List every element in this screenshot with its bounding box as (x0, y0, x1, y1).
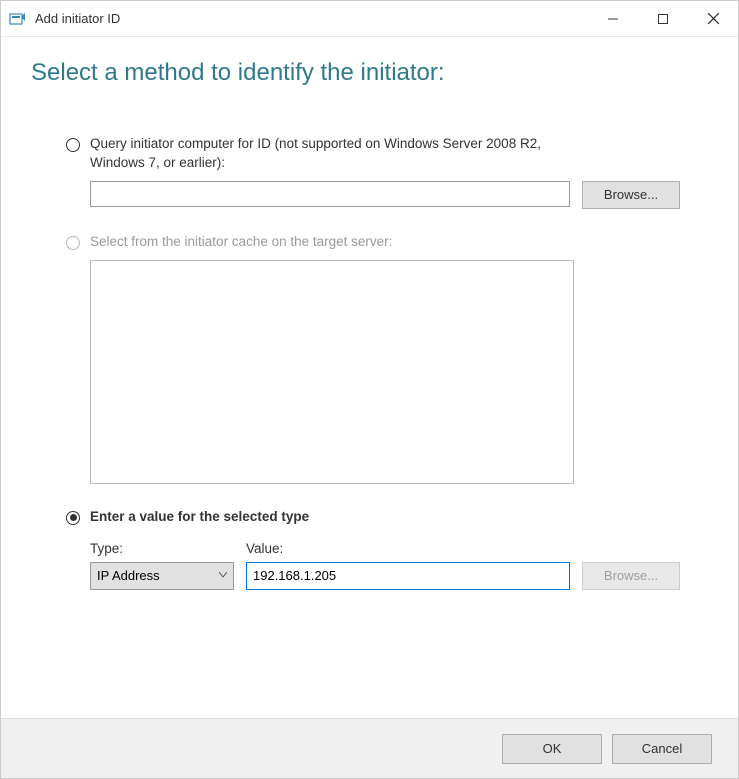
type-label: Type: (90, 541, 246, 556)
close-button[interactable] (688, 1, 738, 36)
page-heading: Select a method to identify the initiato… (31, 59, 708, 87)
app-icon (9, 10, 27, 28)
browse-value-button: Browse... (582, 562, 680, 590)
dialog-footer: OK Cancel (1, 718, 738, 778)
maximize-button[interactable] (638, 1, 688, 36)
titlebar: Add initiator ID (1, 1, 738, 37)
initiator-cache-listbox (90, 260, 574, 484)
type-value-row: IP Address Browse... (31, 562, 708, 590)
cache-field-row (31, 260, 708, 484)
type-value-labels: Type: Value: (31, 541, 708, 556)
value-label: Value: (246, 541, 283, 556)
option-cache: Select from the initiator cache on the t… (31, 233, 708, 252)
query-field-row: Browse... (31, 181, 708, 209)
minimize-button[interactable] (588, 1, 638, 36)
chevron-down-icon (219, 570, 227, 581)
radio-query[interactable] (66, 138, 80, 152)
option-query[interactable]: Query initiator computer for ID (not sup… (31, 135, 708, 173)
cancel-button[interactable]: Cancel (612, 734, 712, 764)
dialog-content: Select a method to identify the initiato… (1, 37, 738, 610)
option-enter-label: Enter a value for the selected type (90, 508, 309, 527)
option-query-label: Query initiator computer for ID (not sup… (90, 135, 570, 173)
window-controls (588, 1, 738, 36)
option-cache-label: Select from the initiator cache on the t… (90, 233, 392, 252)
type-selected-text: IP Address (97, 568, 160, 583)
option-enter[interactable]: Enter a value for the selected type (31, 508, 708, 527)
radio-cache (66, 236, 80, 250)
window-title: Add initiator ID (35, 11, 588, 26)
value-input[interactable] (246, 562, 570, 590)
type-select[interactable]: IP Address (90, 562, 234, 590)
ok-button[interactable]: OK (502, 734, 602, 764)
query-computer-input[interactable] (90, 181, 570, 207)
radio-enter[interactable] (66, 511, 80, 525)
browse-query-button[interactable]: Browse... (582, 181, 680, 209)
